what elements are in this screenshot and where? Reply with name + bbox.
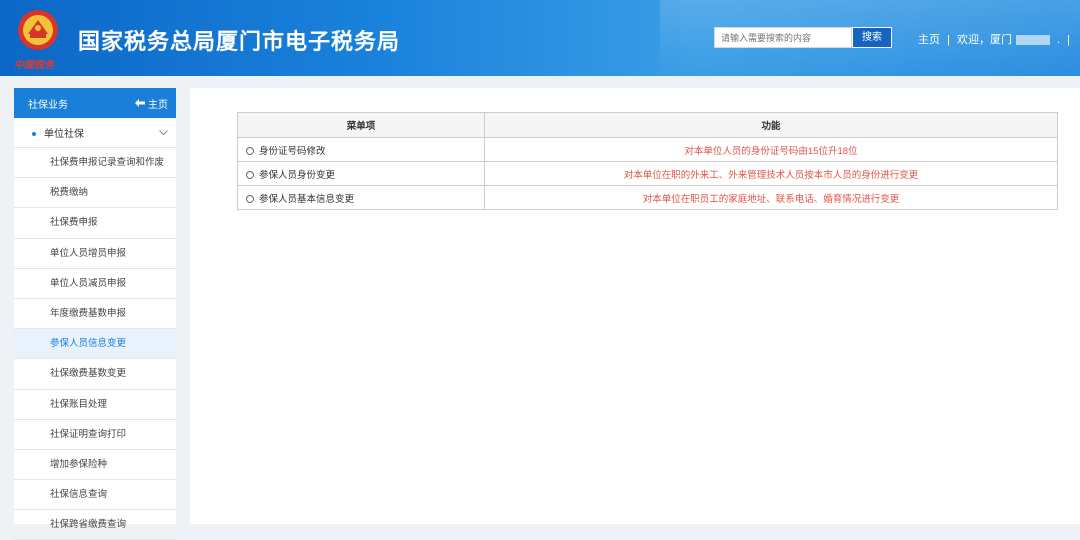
sidebar-item[interactable]: 社保费申报 xyxy=(14,208,176,239)
sidebar-item[interactable]: 参保人员信息变更 xyxy=(14,329,176,360)
option-cell[interactable]: 参保人员基本信息变更 xyxy=(237,185,485,210)
option-cell[interactable]: 参保人员身份变更 xyxy=(237,161,485,186)
bullet-icon xyxy=(32,132,36,137)
separator: | xyxy=(1067,34,1071,46)
search-input[interactable] xyxy=(714,27,852,48)
tax-emblem-icon xyxy=(18,10,58,50)
column-header-function: 功能 xyxy=(484,112,1058,138)
sidebar-item[interactable]: 社保证明查询打印 xyxy=(14,420,176,450)
table-row[interactable]: 身份证号码修改 对本单位人员的身份证号码由15位升18位 xyxy=(237,137,1058,162)
radio-button[interactable] xyxy=(246,146,254,155)
sidebar-item[interactable]: 社保账目处理 xyxy=(14,390,176,420)
chevron-down-icon xyxy=(159,129,168,135)
sidebar-item[interactable]: 增加参保险种 xyxy=(14,450,176,481)
redacted-name xyxy=(1015,35,1050,46)
radio-button[interactable] xyxy=(246,194,254,203)
welcome-text: 欢迎，厦门 xyxy=(956,34,1012,46)
sidebar-item[interactable]: 社保信息查询 xyxy=(14,480,176,511)
option-cell[interactable]: 身份证号码修改 xyxy=(237,137,485,162)
sidebar-item[interactable]: 单位人员减员申报 xyxy=(14,269,176,299)
sidebar: 社保业务 主页 单位社保 社保费申报记录查询和作废 税费缴纳 社保费申报 单位人员增员… xyxy=(14,88,176,540)
search-button[interactable]: 搜索 xyxy=(852,27,892,48)
sidebar-item[interactable]: 社保费申报记录查询和作废 xyxy=(14,148,176,179)
back-arrow-icon xyxy=(135,99,145,107)
sidebar-header: 社保业务 主页 xyxy=(14,88,176,118)
radio-button[interactable] xyxy=(246,170,254,179)
menu-table: 菜单项 功能 身份证号码修改 对本单位人员的身份证号码由15位升18位 参保人员… xyxy=(237,112,1058,210)
table-row[interactable]: 参保人员身份变更 对本单位在职的外来工、外来管理技术人员按本市人员的身份进行变更 xyxy=(237,161,1058,186)
description-cell: 对本单位人员的身份证号码由15位升18位 xyxy=(484,137,1058,162)
option-label: 身份证号码修改 xyxy=(259,145,326,157)
sidebar-group-label: 单位社保 xyxy=(44,129,84,140)
sidebar-item[interactable]: 社保缴费基数变更 xyxy=(14,359,176,390)
description-cell: 对本单位在职的外来工、外来管理技术人员按本市人员的身份进行变更 xyxy=(484,161,1058,186)
table-row[interactable]: 参保人员基本信息变更 对本单位在职员工的家庭地址、联系电话、婚育情况进行变更 xyxy=(237,185,1058,210)
option-label: 参保人员基本信息变更 xyxy=(259,193,355,205)
sidebar-item[interactable]: 单位人员增员申报 xyxy=(14,239,176,269)
top-links: 主页 | 欢迎，厦门 . | xyxy=(918,31,1074,47)
column-header-menu-item: 菜单项 xyxy=(237,112,485,138)
sidebar-item[interactable]: 年度缴费基数申报 xyxy=(14,299,176,330)
home-link[interactable]: 主页 xyxy=(918,34,940,46)
main-panel: 菜单项 功能 身份证号码修改 对本单位人员的身份证号码由15位升18位 参保人员… xyxy=(190,88,1080,524)
sidebar-title: 社保业务 xyxy=(28,99,68,111)
option-label: 参保人员身份变更 xyxy=(259,169,336,181)
description-cell: 对本单位在职员工的家庭地址、联系电话、婚育情况进行变更 xyxy=(484,185,1058,210)
table-header-row: 菜单项 功能 xyxy=(237,112,1058,138)
sidebar-group-unit-social-security[interactable]: 单位社保 xyxy=(14,118,176,148)
sidebar-item[interactable]: 税费缴纳 xyxy=(14,178,176,209)
site-header: 中国税务 国家税务总局厦门市电子税务局 搜索 主页 | 欢迎，厦门 . | xyxy=(0,0,1080,76)
separator: | xyxy=(947,34,950,46)
sidebar-item[interactable]: 社保跨省缴费查询 xyxy=(14,510,176,540)
emblem-text: 中国税务 xyxy=(14,60,54,71)
welcome-tail: . xyxy=(1057,34,1061,46)
sidebar-home-link[interactable]: 主页 xyxy=(135,96,168,111)
sidebar-home-label: 主页 xyxy=(148,99,168,111)
site-title: 国家税务总局厦门市电子税务局 xyxy=(78,29,401,54)
